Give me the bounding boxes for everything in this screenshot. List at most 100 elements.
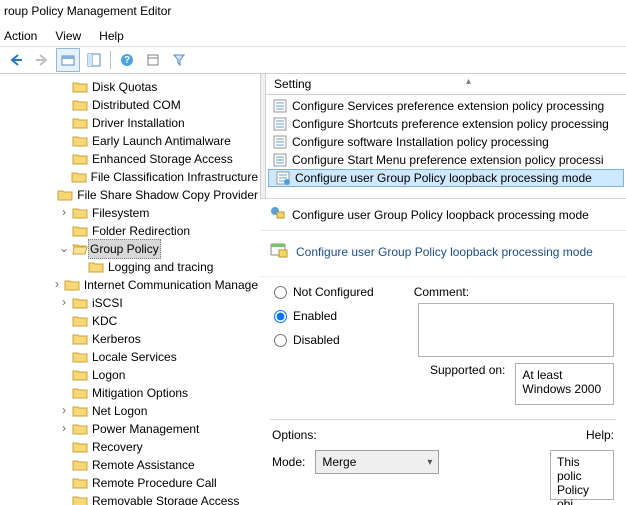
tree-item-label: Disk Quotas: [90, 78, 159, 96]
tree-item[interactable]: ⌄Group Policy: [0, 240, 260, 258]
tree-item[interactable]: › Power Management: [0, 420, 260, 438]
tree-item-label: Remote Assistance: [90, 456, 197, 474]
tree-item-label: Power Management: [90, 420, 201, 438]
folder-icon: [72, 223, 88, 239]
expand-icon[interactable]: ⌄: [56, 240, 72, 258]
back-button[interactable]: [4, 48, 28, 72]
folder-icon: [71, 169, 87, 185]
folder-icon: [72, 457, 88, 473]
folder-icon: [72, 493, 88, 505]
help-text: This polic Policy obj: [550, 450, 614, 500]
tree-item[interactable]: › Filesystem: [0, 204, 260, 222]
folder-icon: [72, 151, 88, 167]
expand-icon[interactable]: ›: [56, 402, 72, 420]
list-row[interactable]: Configure Services preference extension …: [266, 97, 626, 115]
setting-icon: [270, 241, 288, 262]
menu-bar: Action View Help: [0, 26, 626, 46]
tree-item[interactable]: ›Remote Procedure Call: [0, 474, 260, 492]
tree-item-label: Kerberos: [90, 330, 143, 348]
tree-item[interactable]: ›Kerberos: [0, 330, 260, 348]
tree-item[interactable]: ›Logging and tracing: [0, 258, 260, 276]
mode-select[interactable]: Merge ▾: [315, 450, 439, 474]
folder-icon: [72, 403, 88, 419]
window-title: roup Policy Management Editor: [0, 0, 626, 26]
toolbar: ?: [0, 46, 626, 74]
tree-item[interactable]: ›KDC: [0, 312, 260, 330]
folder-icon: [72, 475, 88, 491]
show-hide-tree-button[interactable]: [82, 48, 106, 72]
tree-item-label: Early Launch Antimalware: [90, 132, 233, 150]
expand-icon[interactable]: ›: [56, 204, 72, 222]
tree-item[interactable]: ›Remote Assistance: [0, 456, 260, 474]
expand-icon[interactable]: ›: [50, 276, 64, 294]
list-row-label: Configure user Group Policy loopback pro…: [295, 171, 592, 185]
folder-icon: [72, 205, 88, 221]
column-setting[interactable]: Setting: [274, 77, 311, 91]
supported-on-label: Supported on:: [430, 363, 505, 377]
radio-disabled[interactable]: Disabled: [274, 333, 374, 347]
tree-item[interactable]: ›Locale Services: [0, 348, 260, 366]
radio-enabled[interactable]: Enabled: [274, 309, 374, 323]
list-header[interactable]: Setting ▴: [266, 74, 626, 95]
tree-item[interactable]: ›Folder Redirection: [0, 222, 260, 240]
help-label: Help:: [586, 428, 614, 442]
setting-icon: [275, 170, 291, 186]
tree-item[interactable]: ›Removable Storage Access: [0, 492, 260, 505]
dialog-heading: Configure user Group Policy loopback pro…: [296, 245, 593, 259]
settings-list[interactable]: Configure Services preference extension …: [266, 95, 626, 187]
tree-item[interactable]: ›Enhanced Storage Access: [0, 150, 260, 168]
comment-label: Comment:: [414, 285, 614, 299]
tree-item-label: Distributed COM: [90, 96, 183, 114]
setting-properties-dialog: Configure user Group Policy loopback pro…: [260, 198, 626, 505]
sort-indicator-icon: ▴: [466, 76, 471, 87]
mode-label: Mode:: [272, 455, 305, 469]
list-row[interactable]: Configure software Installation policy p…: [266, 133, 626, 151]
folder-icon: [72, 115, 88, 131]
options-label: Options:: [272, 428, 317, 442]
folder-icon: [88, 259, 104, 275]
menu-view[interactable]: View: [55, 29, 81, 43]
tree-item[interactable]: › Net Logon: [0, 402, 260, 420]
setting-icon: [272, 152, 288, 168]
list-row-label: Configure Services preference extension …: [292, 99, 604, 113]
list-row[interactable]: Configure Start Menu preference extensio…: [266, 151, 626, 169]
tree-item[interactable]: ›Mitigation Options: [0, 384, 260, 402]
tree-item-label: Net Logon: [90, 402, 149, 420]
comment-textarea[interactable]: [418, 303, 614, 357]
tree-item[interactable]: ›Logon: [0, 366, 260, 384]
expand-icon[interactable]: ›: [56, 294, 72, 312]
setting-icon: [272, 116, 288, 132]
tree-item[interactable]: ›Disk Quotas: [0, 78, 260, 96]
tree-item[interactable]: ›iSCSI: [0, 294, 260, 312]
tree-item[interactable]: ›Internet Communication Manage: [0, 276, 260, 294]
tree-pane[interactable]: ›Disk Quotas›Distributed COM›Driver Inst…: [0, 74, 260, 505]
folder-icon: [64, 277, 80, 293]
filter-button[interactable]: [167, 48, 191, 72]
tree-item[interactable]: ›Driver Installation: [0, 114, 260, 132]
folder-icon: [72, 367, 88, 383]
tree-item-label: Filesystem: [90, 204, 151, 222]
properties-button[interactable]: [141, 48, 165, 72]
radio-not-configured[interactable]: Not Configured: [274, 285, 374, 299]
up-button[interactable]: [56, 48, 80, 72]
list-row[interactable]: Configure Shortcuts preference extension…: [266, 115, 626, 133]
supported-on-value: At least Windows 2000: [515, 363, 614, 405]
menu-action[interactable]: Action: [4, 29, 37, 43]
forward-button[interactable]: [30, 48, 54, 72]
list-row-label: Configure Start Menu preference extensio…: [292, 153, 604, 167]
tree-item[interactable]: ›Early Launch Antimalware: [0, 132, 260, 150]
tree-item[interactable]: ›Recovery: [0, 438, 260, 456]
help-button[interactable]: ?: [115, 48, 139, 72]
tree-item-label: Mitigation Options: [90, 384, 190, 402]
tree-item[interactable]: ›File Share Shadow Copy Provider: [0, 186, 260, 204]
tree-item[interactable]: ›Distributed COM: [0, 96, 260, 114]
expand-icon[interactable]: ›: [56, 420, 72, 438]
tree-item-label: KDC: [90, 312, 119, 330]
tree-item-label: File Classification Infrastructure: [89, 168, 260, 186]
list-row[interactable]: Configure user Group Policy loopback pro…: [268, 169, 624, 187]
tree-item[interactable]: ›File Classification Infrastructure: [0, 168, 260, 186]
menu-help[interactable]: Help: [99, 29, 124, 43]
folder-icon: [72, 241, 88, 257]
dialog-window-title: Configure user Group Policy loopback pro…: [292, 208, 589, 222]
tree-item-label: Remote Procedure Call: [90, 474, 219, 492]
